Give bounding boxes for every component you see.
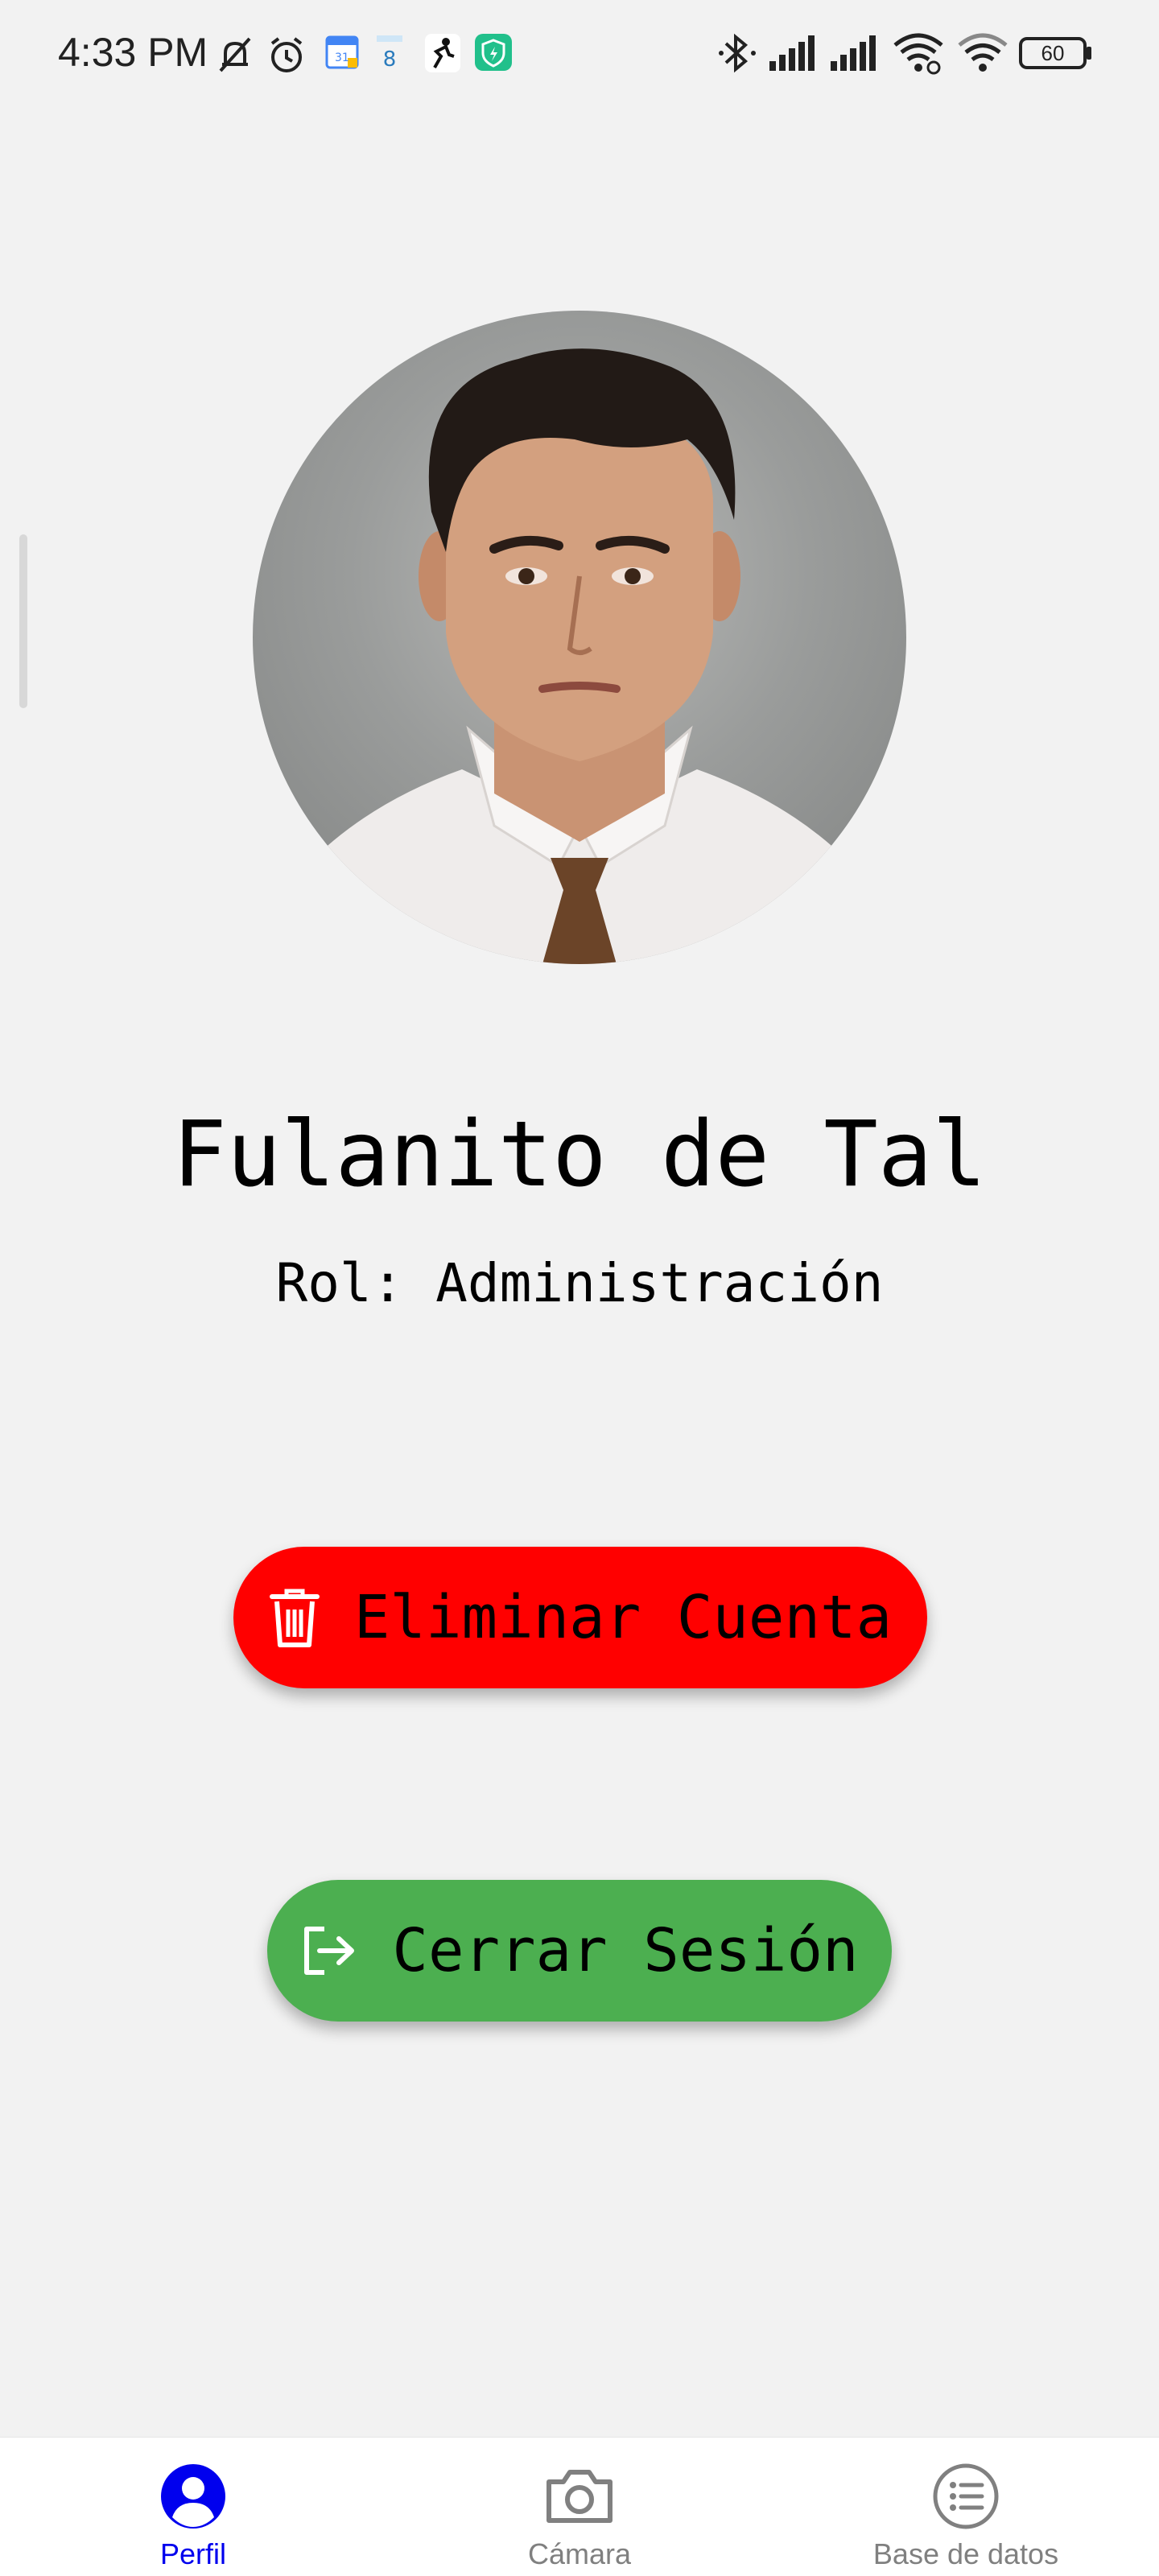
- logout-icon: [300, 1924, 358, 1977]
- nav-label-perfil: Perfil: [159, 2537, 227, 2570]
- nav-item-base-de-datos[interactable]: Base de datos: [773, 2438, 1159, 2576]
- profile-avatar: [253, 311, 906, 964]
- camera-icon: [544, 2460, 615, 2533]
- signal-icon: [829, 31, 881, 79]
- calendar-date-number: 8: [383, 47, 397, 72]
- delete-account-button[interactable]: Eliminar Cuenta: [233, 1547, 927, 1688]
- nav-label-camara: Cámara: [527, 2537, 632, 2570]
- list-icon: [932, 2460, 1000, 2533]
- bell-muted-icon: [214, 34, 256, 79]
- calendar-date-icon: 8: [373, 34, 406, 76]
- shield-app-icon: [475, 34, 512, 74]
- logout-button[interactable]: Cerrar Sesión: [267, 1880, 892, 2022]
- profile-name: Fulanito de Tal: [172, 1103, 987, 1207]
- status-time: 4:33 PM: [58, 30, 208, 75]
- fitness-app-icon: [425, 34, 460, 76]
- nav-item-perfil[interactable]: Perfil: [0, 2438, 386, 2576]
- bottom-navigation: Perfil Cámara Base de datos: [0, 2437, 1159, 2576]
- scroll-indicator[interactable]: [19, 534, 27, 708]
- battery-icon: 60: [1019, 35, 1093, 74]
- nav-item-camara[interactable]: Cámara: [386, 2438, 773, 2576]
- status-bar: 4:33 PM 31 8 60: [0, 0, 1159, 113]
- wifi-icon: [956, 31, 1009, 79]
- logout-label: Cerrar Sesión: [392, 1916, 859, 1985]
- person-icon: [159, 2460, 227, 2533]
- alarm-icon: [266, 34, 307, 79]
- wifi-icon: [892, 31, 945, 79]
- calendar-app-icon: 31: [325, 34, 359, 72]
- profile-role: Rol: Administración: [275, 1252, 884, 1314]
- battery-level: 60: [1041, 41, 1065, 65]
- signal-icon: [768, 31, 819, 79]
- svg-text:31: 31: [335, 52, 349, 64]
- delete-account-label: Eliminar Cuenta: [353, 1583, 893, 1652]
- trash-icon: [269, 1587, 320, 1648]
- bluetooth-icon: [715, 31, 760, 79]
- nav-label-base-de-datos: Base de datos: [872, 2537, 1059, 2570]
